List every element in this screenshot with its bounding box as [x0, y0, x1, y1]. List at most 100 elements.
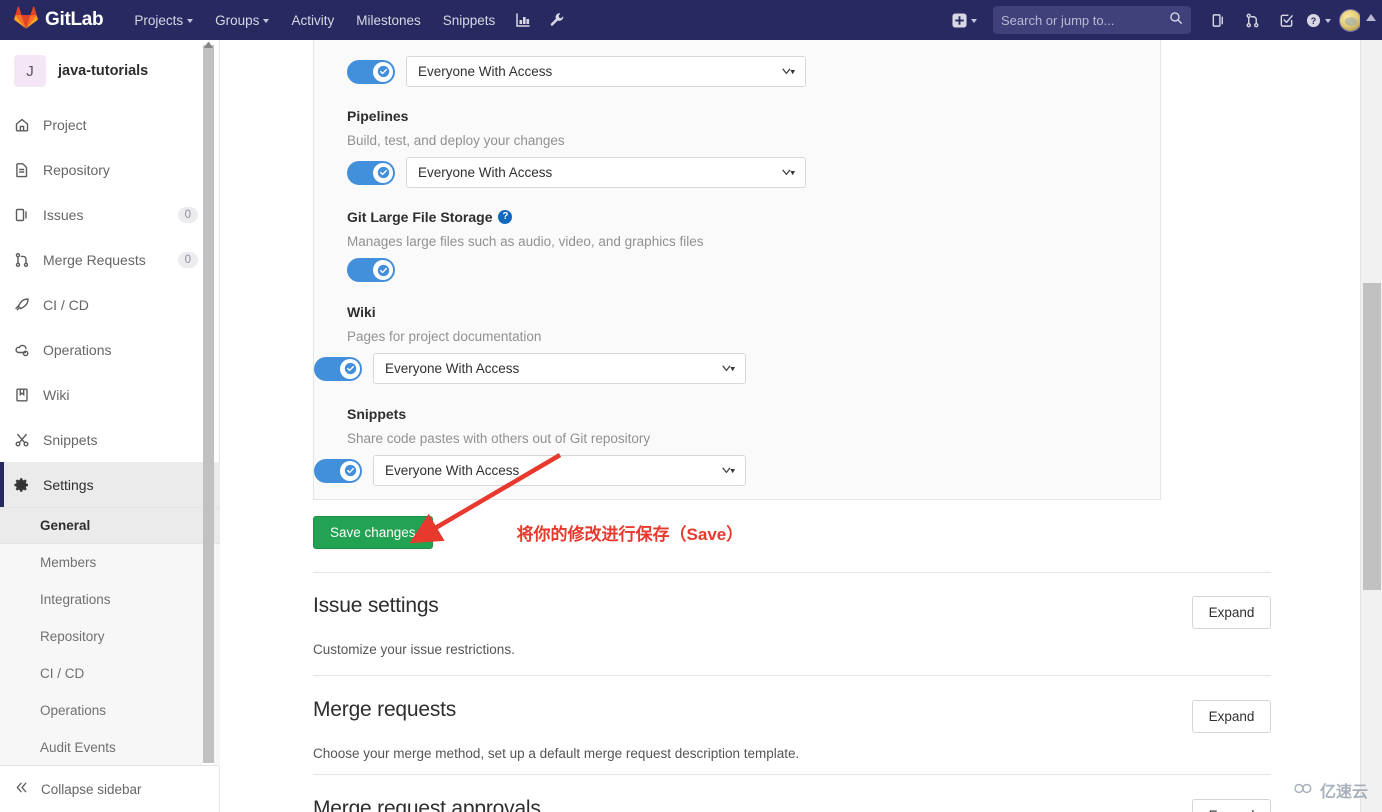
chevron-down-icon — [722, 364, 737, 374]
watermark-text: 亿速云 — [1320, 778, 1368, 802]
divider — [313, 572, 1271, 573]
analytics-icon[interactable] — [506, 0, 540, 40]
sidebar-item-settings[interactable]: Settings — [0, 462, 220, 507]
sidebar-subitem-general[interactable]: General — [0, 507, 220, 544]
expand-button-merge-request-approvals[interactable]: Expand — [1192, 799, 1271, 812]
search-placeholder: Search or jump to... — [1001, 13, 1169, 28]
section-header: Merge request approvals Expand — [313, 797, 1271, 812]
sidebar-subitem-audit-events[interactable]: Audit Events — [0, 729, 220, 766]
gitlab-logo-link[interactable]: GitLab — [14, 6, 103, 34]
permission-row-snippets: Snippets Share code pastes with others o… — [314, 384, 1160, 486]
expand-button-merge-requests[interactable]: Expand — [1192, 700, 1271, 733]
sidebar-item-snippets[interactable]: Snippets — [0, 417, 220, 462]
merge-requests-icon[interactable] — [1235, 0, 1269, 40]
sidebar-item-project[interactable]: Project — [0, 102, 220, 147]
select-repository-access[interactable]: Everyone With Access — [406, 56, 806, 87]
main-content: Everyone With Access Pipelines Build, te… — [220, 40, 1360, 812]
book-icon — [14, 387, 30, 403]
page-scrollbar-thumb[interactable] — [1363, 283, 1381, 590]
sidebar-item-wiki[interactable]: Wiki — [0, 372, 220, 417]
merge-requests-title: Merge requests — [313, 698, 1192, 722]
todos-icon[interactable] — [1269, 0, 1303, 40]
permission-control-line: Everyone With Access — [347, 157, 1127, 188]
sidebar-item-ci-cd[interactable]: CI / CD — [0, 282, 220, 327]
sidebar-item-issues-label: Issues — [43, 207, 165, 223]
sidebar-item-operations[interactable]: Operations — [0, 327, 220, 372]
chevron-down-icon — [187, 19, 193, 23]
avatar — [1339, 9, 1362, 32]
sidebar-scrollbar[interactable] — [203, 40, 214, 770]
select-wiki-access[interactable]: Everyone With Access — [373, 353, 746, 384]
sidebar-subitem-members[interactable]: Members — [0, 544, 220, 581]
nav-item-projects[interactable]: Projects — [123, 0, 204, 40]
project-name: java-tutorials — [58, 63, 148, 79]
chevron-down-icon — [1325, 19, 1331, 23]
sidebar-subitem-operations[interactable]: Operations — [0, 692, 220, 729]
toggle-repository[interactable] — [347, 60, 395, 84]
toggle-snippets[interactable] — [314, 459, 362, 483]
toggle-wiki[interactable] — [314, 357, 362, 381]
sidebar-item-merge-requests-label: Merge Requests — [43, 252, 165, 268]
search-input[interactable]: Search or jump to... — [993, 6, 1191, 34]
section-header: Issue settings Expand — [313, 594, 1271, 629]
sidebar-item-snippets-label: Snippets — [43, 432, 220, 448]
sidebar-scroll-area: J java-tutorials Project Repository — [0, 40, 220, 770]
help-icon[interactable]: ? — [1303, 0, 1333, 40]
sidebar-item-ci-cd-label: CI / CD — [43, 297, 220, 313]
sidebar-item-operations-label: Operations — [43, 342, 220, 358]
nav-item-activity[interactable]: Activity — [280, 0, 345, 40]
expand-button-issue-settings[interactable]: Expand — [1192, 596, 1271, 629]
create-new-button[interactable] — [946, 0, 983, 40]
select-pipelines-access[interactable]: Everyone With Access — [406, 157, 806, 188]
permission-title: Git Large File Storage ? — [347, 209, 1127, 225]
sidebar-subitem-integrations[interactable]: Integrations — [0, 581, 220, 618]
nav-item-milestones[interactable]: Milestones — [345, 0, 432, 40]
toggle-knob — [373, 62, 393, 82]
sidebar-subitem-integrations-label: Integrations — [40, 592, 111, 607]
wrench-icon[interactable] — [540, 0, 574, 40]
permission-row-repository: Everyone With Access — [314, 40, 1160, 87]
sidebar-scroll-up-arrow-icon[interactable] — [204, 42, 213, 48]
sidebar-subitem-members-label: Members — [40, 555, 96, 570]
sidebar-project-header[interactable]: J java-tutorials — [0, 40, 220, 102]
file-icon — [14, 162, 30, 178]
toggle-git-lfs[interactable] — [347, 258, 395, 282]
rocket-icon — [14, 297, 30, 313]
nav-item-groups[interactable]: Groups — [204, 0, 280, 40]
toggle-pipelines[interactable] — [347, 161, 395, 185]
permission-row-pipelines: Pipelines Build, test, and deploy your c… — [314, 87, 1160, 188]
sidebar-item-merge-requests[interactable]: Merge Requests 0 — [0, 237, 220, 282]
select-snippets-access[interactable]: Everyone With Access — [373, 455, 746, 486]
page-scrollbar[interactable] — [1360, 40, 1382, 812]
sidebar-item-repository-label: Repository — [43, 162, 220, 178]
cloud-icon — [1293, 780, 1315, 801]
nav-item-milestones-label: Milestones — [356, 13, 421, 28]
permission-control-line: Everyone With Access — [314, 455, 1127, 486]
nav-item-snippets-label: Snippets — [443, 13, 496, 28]
sidebar-subitem-ci-cd[interactable]: CI / CD — [0, 655, 220, 692]
save-changes-button[interactable]: Save changes — [313, 516, 433, 549]
divider — [313, 774, 1271, 775]
toggle-knob — [340, 461, 360, 481]
issue-settings-description: Customize your issue restrictions. — [313, 642, 1271, 657]
collapse-sidebar-label: Collapse sidebar — [41, 782, 142, 797]
chevron-double-left-icon — [14, 780, 29, 798]
scissors-icon — [14, 432, 30, 448]
select-snippets-access-value: Everyone With Access — [385, 463, 722, 478]
toggle-knob — [373, 260, 393, 280]
sidebar-item-repository[interactable]: Repository — [0, 147, 220, 192]
scrollbar-up-arrow-icon[interactable] — [1366, 14, 1376, 21]
help-circle-icon[interactable]: ? — [498, 210, 512, 224]
sidebar-item-settings-label: Settings — [43, 477, 220, 493]
nav-item-snippets[interactable]: Snippets — [432, 0, 507, 40]
save-changes-row: Save changes 将你的修改进行保存（Save） — [313, 516, 743, 549]
issues-icon[interactable] — [1201, 0, 1235, 40]
expand-button-merge-request-approvals-label: Expand — [1209, 808, 1255, 812]
sidebar-item-issues[interactable]: Issues 0 — [0, 192, 220, 237]
gear-icon — [14, 477, 30, 493]
permission-pipelines-description: Build, test, and deploy your changes — [347, 133, 1127, 148]
sidebar-subitem-repository[interactable]: Repository — [0, 618, 220, 655]
collapse-sidebar-button[interactable]: Collapse sidebar — [0, 765, 219, 812]
permission-title: Wiki — [347, 304, 1127, 320]
sidebar-scrollbar-thumb[interactable] — [203, 45, 214, 763]
